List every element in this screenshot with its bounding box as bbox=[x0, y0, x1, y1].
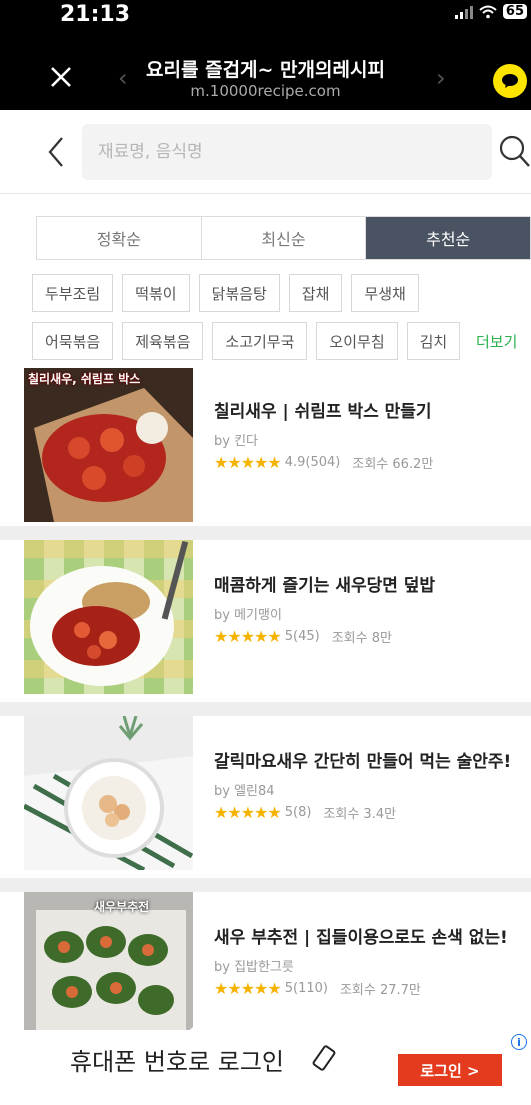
keyword-chips-row-1: 두부조림 떡볶이 닭볶음탕 잡채 무생채 bbox=[32, 274, 419, 312]
star-rating-icon: ★★★★★ bbox=[214, 979, 282, 998]
keyword-chip[interactable]: 제육볶음 bbox=[122, 322, 204, 360]
recipe-rating: 4.9 bbox=[284, 455, 306, 470]
keyword-chip[interactable]: 잡채 bbox=[288, 274, 343, 312]
status-indicators: 65 bbox=[454, 4, 527, 19]
recipe-info: 칠리새우 | 쉬림프 박스 만들기 by 킨다 ★★★★★ 4.9 (504) … bbox=[214, 400, 514, 472]
recipe-thumbnail-image bbox=[24, 716, 193, 870]
recipe-thumbnail-image bbox=[24, 368, 193, 522]
status-time: 21:13 bbox=[60, 2, 131, 27]
recipe-author: by 엘린84 bbox=[214, 784, 275, 799]
recipe-item[interactable]: 매콤하게 즐기는 새우당면 덮밥 by 메기맹이 ★★★★★ 5 (45) 조회… bbox=[0, 526, 531, 702]
phone-icon bbox=[312, 1045, 336, 1071]
recipe-review-count: (110) bbox=[293, 981, 328, 996]
recipe-title[interactable]: 새우 부추전 | 집들이용으로도 손색 없는! bbox=[214, 926, 514, 950]
back-arrow-icon[interactable] bbox=[44, 134, 68, 170]
recipe-views: 조회수 8만 bbox=[331, 631, 392, 646]
recipe-meta: ★★★★★ 4.9 (504) 조회수 66.2만 bbox=[214, 453, 514, 472]
recipe-meta: ★★★★★ 5 (110) 조회수 27.7만 bbox=[214, 979, 514, 998]
recipe-rating: 5 bbox=[284, 629, 293, 644]
recipe-views: 조회수 66.2만 bbox=[352, 457, 434, 472]
recipe-review-count: (45) bbox=[293, 629, 320, 644]
recipe-thumbnail[interactable] bbox=[24, 716, 193, 870]
search-icon[interactable] bbox=[497, 132, 531, 172]
recipe-author: by 킨다 bbox=[214, 434, 258, 449]
thumbnail-caption: 칠리새우, 쉬림프 박스 bbox=[28, 372, 141, 386]
recipe-rating: 5 bbox=[284, 805, 293, 820]
recipe-meta: ★★★★★ 5 (45) 조회수 8만 bbox=[214, 627, 514, 646]
recipe-views: 조회수 3.4만 bbox=[323, 807, 397, 822]
recipe-review-count: (8) bbox=[293, 805, 312, 820]
talk-bubble-button[interactable] bbox=[493, 64, 527, 98]
recipe-thumbnail[interactable] bbox=[24, 540, 193, 694]
recipe-rating: 5 bbox=[284, 981, 293, 996]
browser-forward-icon[interactable]: › bbox=[436, 64, 446, 92]
wifi-icon bbox=[479, 5, 497, 18]
keyword-chip[interactable]: 떡볶이 bbox=[122, 274, 190, 312]
login-banner-text: 휴대폰 번호로 로그인 bbox=[70, 1048, 284, 1076]
keyword-chip[interactable]: 어묵볶음 bbox=[32, 322, 114, 360]
page-url: m.10000recipe.com bbox=[190, 82, 341, 100]
recipe-title[interactable]: 매콤하게 즐기는 새우당면 덮밥 bbox=[214, 574, 514, 598]
recipe-title[interactable]: 갈릭마요새우 간단히 만들어 먹는 술안주! bbox=[214, 750, 514, 774]
recipe-item[interactable]: 새우부추전 새우 부추전 | 집들이용으로도 손색 없는! by 집밥한그릇 ★… bbox=[0, 878, 531, 1054]
recipe-item[interactable]: 갈릭마요새우 간단히 만들어 먹는 술안주! by 엘린84 ★★★★★ 5 (… bbox=[0, 702, 531, 878]
keyword-chip[interactable]: 닭볶음탕 bbox=[198, 274, 280, 312]
recipe-thumbnail[interactable]: 칠리새우, 쉬림프 박스 bbox=[24, 368, 193, 522]
keyword-chip[interactable]: 김치 bbox=[406, 322, 461, 360]
recipe-info: 새우 부추전 | 집들이용으로도 손색 없는! by 집밥한그릇 ★★★★★ 5… bbox=[214, 926, 514, 998]
recipe-author: by 집밥한그릇 bbox=[214, 960, 294, 975]
login-button[interactable]: 로그인 > bbox=[398, 1054, 502, 1086]
signal-icon bbox=[454, 5, 473, 19]
keyword-chips-row-2: 어묵볶음 제육볶음 소고기무국 오이무침 김치 bbox=[32, 322, 461, 360]
browser-top-bar: 21:13 65 ‹ 요리를 즐겁게~ 만개의레시피 m.10000recipe… bbox=[0, 0, 531, 110]
tab-accuracy[interactable]: 정확순 bbox=[37, 217, 202, 259]
keyword-chip[interactable]: 두부조림 bbox=[32, 274, 114, 312]
search-row bbox=[0, 110, 531, 194]
page-title: 요리를 즐겁게~ 만개의레시피 bbox=[146, 59, 385, 81]
recipe-item[interactable]: 칠리새우, 쉬림프 박스 칠리새우 | 쉬림프 박스 만들기 by 킨다 ★★★… bbox=[0, 364, 531, 526]
recipe-review-count: (504) bbox=[305, 455, 341, 470]
star-rating-icon: ★★★★★ bbox=[214, 627, 282, 646]
recipe-meta: ★★★★★ 5 (8) 조회수 3.4만 bbox=[214, 803, 514, 822]
recipe-list: 칠리새우, 쉬림프 박스 칠리새우 | 쉬림프 박스 만들기 by 킨다 ★★★… bbox=[0, 364, 531, 1105]
recipe-title[interactable]: 칠리새우 | 쉬림프 박스 만들기 bbox=[214, 400, 514, 424]
recipe-thumbnail-image bbox=[24, 540, 193, 694]
info-icon[interactable]: i bbox=[511, 1034, 527, 1050]
recipe-views: 조회수 27.7만 bbox=[339, 983, 421, 998]
keyword-chip[interactable]: 오이무침 bbox=[316, 322, 398, 360]
chat-bubble-icon bbox=[502, 74, 518, 88]
recipe-info: 갈릭마요새우 간단히 만들어 먹는 술안주! by 엘린84 ★★★★★ 5 (… bbox=[214, 750, 514, 822]
sort-tabs: 정확순 최신순 추천순 bbox=[36, 216, 531, 260]
tab-recommended[interactable]: 추천순 bbox=[366, 217, 531, 259]
tab-latest[interactable]: 최신순 bbox=[202, 217, 367, 259]
keyword-chip[interactable]: 무생채 bbox=[351, 274, 419, 312]
star-rating-icon: ★★★★★ bbox=[214, 453, 282, 472]
more-keywords-button[interactable]: 더보기 bbox=[474, 322, 531, 360]
login-banner-ad[interactable]: i 휴대폰 번호로 로그인 로그인 > bbox=[0, 1030, 531, 1105]
recipe-info: 매콤하게 즐기는 새우당면 덮밥 by 메기맹이 ★★★★★ 5 (45) 조회… bbox=[214, 574, 514, 646]
search-input[interactable] bbox=[82, 124, 492, 180]
thumbnail-caption: 새우부추전 bbox=[94, 900, 150, 914]
recipe-author: by 메기맹이 bbox=[214, 608, 282, 623]
keyword-chip[interactable]: 소고기무국 bbox=[212, 322, 308, 360]
star-rating-icon: ★★★★★ bbox=[214, 803, 282, 822]
recipe-thumbnail[interactable]: 새우부추전 bbox=[24, 892, 193, 1046]
battery-level: 65 bbox=[502, 4, 527, 19]
